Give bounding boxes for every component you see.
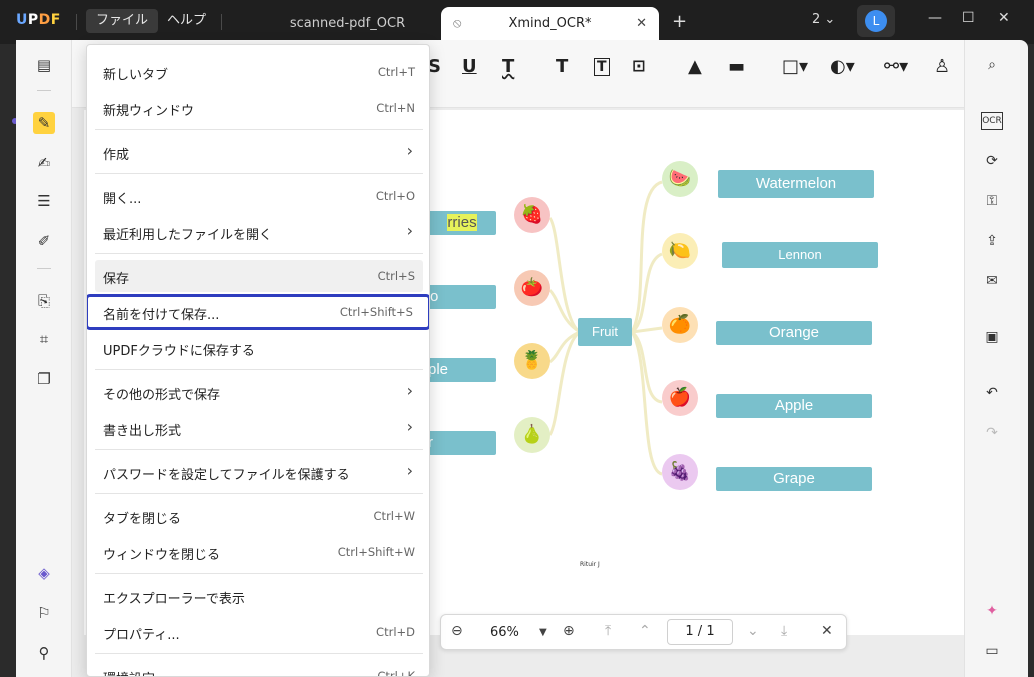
chevron-right-icon: ›: [406, 221, 413, 240]
last-page-icon[interactable]: ⤓: [781, 623, 787, 639]
lemon-icon: 🍋: [662, 233, 698, 269]
next-page-icon[interactable]: ⌄: [747, 623, 759, 639]
chevron-right-icon: ›: [406, 141, 413, 160]
apple-icon: 🍎: [662, 380, 698, 416]
zoom-out-icon[interactable]: ⊖: [451, 623, 463, 639]
menu-item-new-window[interactable]: 新規ウィンドウ Ctrl+N: [95, 92, 423, 124]
menu-item-protect-password[interactable]: パスワードを設定してファイルを保護する ›: [95, 456, 423, 488]
chevron-right-icon: ›: [406, 381, 413, 400]
menu-item-export[interactable]: 書き出し形式 ›: [95, 412, 423, 444]
menu-divider: [95, 573, 423, 574]
mindmap-node-pear: r: [428, 431, 496, 455]
menu-item-open[interactable]: 開く... Ctrl+O: [95, 180, 423, 212]
mindmap-node-apple: Apple: [716, 394, 872, 418]
orange-icon: 🍊: [662, 307, 698, 343]
first-page-icon[interactable]: ⤒: [605, 623, 611, 639]
menu-divider: [95, 129, 423, 130]
file-dropdown-menu: 新しいタブ Ctrl+T 新規ウィンドウ Ctrl+N 作成 › 開く... Ctrl+…: [86, 44, 430, 677]
mindmap-node-grape: Grape: [716, 467, 872, 491]
menu-item-show-in-explorer[interactable]: エクスプローラーで表示: [95, 580, 423, 612]
tomato-icon: 🍅: [514, 270, 550, 306]
mindmap-node-strawberries: rries: [428, 211, 496, 235]
menu-item-close-window[interactable]: ウィンドウを閉じる Ctrl+Shift+W: [95, 536, 423, 568]
menu-item-save-as-other[interactable]: その他の形式で保存 ›: [95, 376, 423, 408]
mindmap-node-orange: Orange: [716, 321, 872, 345]
menu-item-new-tab[interactable]: 新しいタブ Ctrl+T: [95, 56, 423, 88]
menu-item-save-to-cloud[interactable]: UPDFクラウドに保存する: [95, 332, 423, 364]
zoom-in-icon[interactable]: ⊕: [563, 623, 575, 639]
zoom-bar: ⊖ 66% ▼ ⊕ ⤒ ⌃ 1 / 1 ⌄ ⤓ ✕: [440, 614, 847, 650]
menu-item-save[interactable]: 保存 Ctrl+S: [95, 260, 423, 292]
page-footer-text: Rituir J: [580, 561, 600, 568]
menu-item-close-tab[interactable]: タブを閉じる Ctrl+W: [95, 500, 423, 532]
menu-divider: [95, 493, 423, 494]
strawberry-icon: 🍓: [514, 197, 550, 233]
menu-item-save-as[interactable]: 名前を付けて保存... Ctrl+Shift+S: [87, 294, 429, 330]
grape-icon: 🍇: [662, 454, 698, 490]
menu-divider: [95, 449, 423, 450]
menu-divider: [95, 653, 423, 654]
zoom-level[interactable]: 66%: [490, 625, 519, 640]
previous-page-icon[interactable]: ⌃: [639, 623, 651, 639]
menu-divider: [95, 253, 423, 254]
chevron-right-icon: ›: [406, 461, 413, 480]
mindmap-node-mango: o: [428, 285, 496, 309]
mindmap-node-watermelon: Watermelon: [718, 170, 874, 198]
chevron-right-icon: ›: [406, 417, 413, 436]
menu-item-preferences[interactable]: 環境設定Ctrl+K: [95, 660, 423, 676]
zoom-dropdown-icon[interactable]: ▼: [539, 627, 547, 638]
close-zoom-bar-icon[interactable]: ✕: [821, 623, 833, 639]
menu-item-create[interactable]: 作成 ›: [95, 136, 423, 168]
mindmap-node-pineapple: ple: [428, 358, 496, 382]
mindmap-center-node: Fruit: [578, 318, 632, 346]
menu-item-properties[interactable]: プロパティ... Ctrl+D: [95, 616, 423, 648]
watermelon-icon: 🍉: [662, 161, 698, 197]
menu-divider: [95, 369, 423, 370]
pineapple-icon: 🍍: [514, 343, 550, 379]
pear-icon: 🍐: [514, 417, 550, 453]
page-number-input[interactable]: 1 / 1: [667, 619, 733, 645]
menu-item-open-recent[interactable]: 最近利用したファイルを開く ›: [95, 216, 423, 248]
menu-divider: [95, 173, 423, 174]
mindmap-node-lennon: Lennon: [722, 242, 878, 268]
